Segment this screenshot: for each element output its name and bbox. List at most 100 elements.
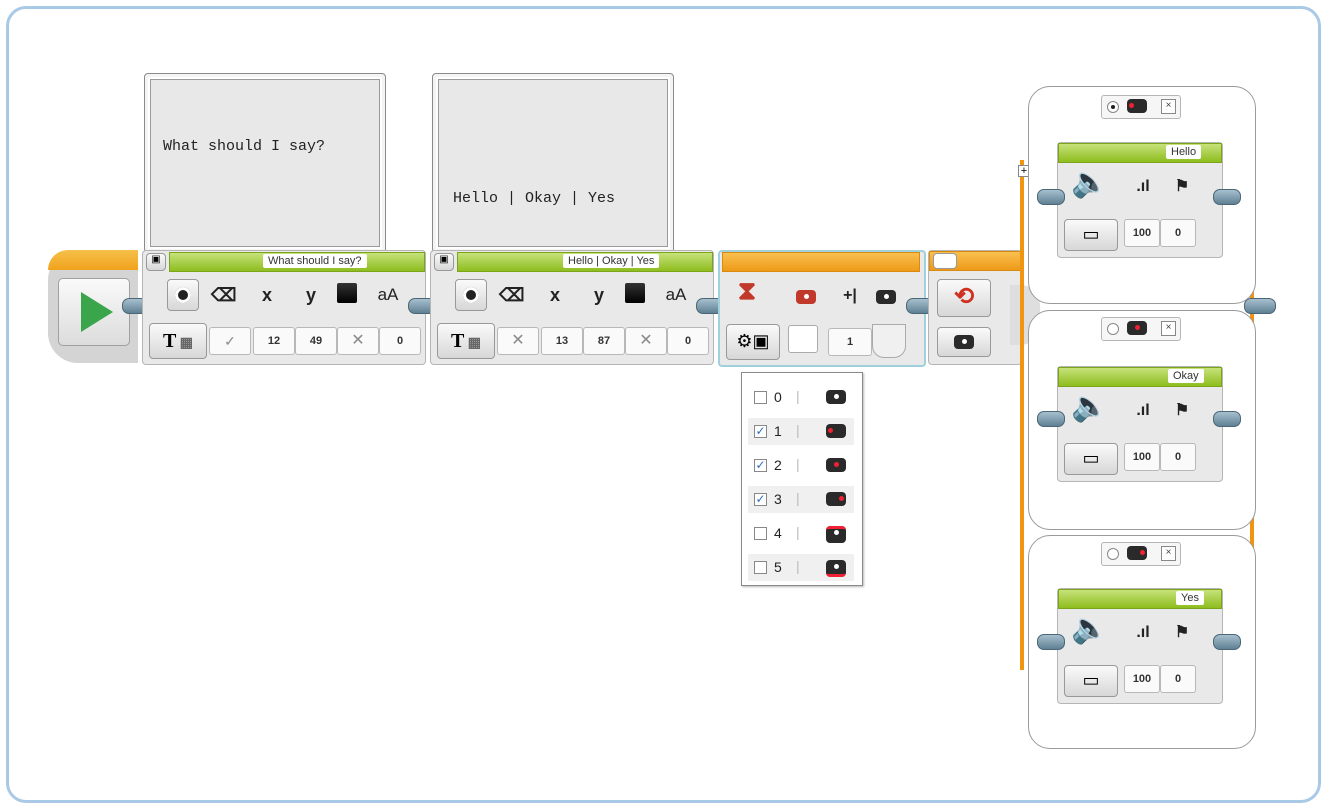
volume-value[interactable]: 100 <box>1124 219 1160 247</box>
case-in-connector <box>1037 411 1065 427</box>
case-selector[interactable]: × <box>1101 95 1181 119</box>
case-selector[interactable]: × <box>1101 542 1181 566</box>
display-mode-button[interactable]: T ▦ <box>437 323 495 359</box>
sound-block[interactable]: Yes 🔈 .ıl ⚑ ▭ 100 0 <box>1057 588 1223 704</box>
display-block-2-title: Hello | Okay | Yes <box>563 254 660 268</box>
display-preview-toggle[interactable]: ▣ <box>434 253 454 271</box>
checkbox-3[interactable]: ✓ <box>754 493 767 506</box>
case-okay[interactable]: × Okay 🔈 .ıl ⚑ ▭ 100 0 <box>1028 310 1256 530</box>
checkbox-4[interactable] <box>754 527 767 540</box>
brick-buttons-icon <box>826 390 846 404</box>
volume-icon: .ıl <box>1136 402 1150 419</box>
case-label: Hello <box>1166 145 1202 159</box>
play-type-value[interactable]: 0 <box>1160 219 1196 247</box>
wait-block[interactable]: ⧗ +| ⚙▣ 1 <box>718 250 926 367</box>
switch-block[interactable]: ⟲ <box>928 250 1022 365</box>
brick-up-icon <box>826 526 846 543</box>
volume-value[interactable]: 100 <box>1124 443 1160 471</box>
brick-button-icon <box>796 290 816 304</box>
display-preview-2-text: Hello | Okay | Yes <box>453 190 616 207</box>
volume-value[interactable]: 100 <box>1124 665 1160 693</box>
wait-result-output <box>872 324 906 358</box>
case-label: Yes <box>1176 591 1204 605</box>
speaker-icon: 🔈 <box>1071 166 1109 199</box>
display-mode-button[interactable]: T ▦ <box>149 323 207 359</box>
play-icon <box>81 292 113 332</box>
case-out-connector <box>1213 411 1241 427</box>
checkbox-1[interactable]: ✓ <box>754 425 767 438</box>
button-set-selector[interactable] <box>788 325 818 353</box>
display-preview-1: What should I say? <box>144 73 386 253</box>
play-type-value[interactable]: 0 <box>1160 665 1196 693</box>
sound-block[interactable]: Hello 🔈 .ıl ⚑ ▭ 100 0 <box>1057 142 1223 258</box>
dropdown-item[interactable]: ✓ 1 | <box>748 418 854 445</box>
font-size-icon: aA <box>377 285 399 304</box>
file-select-button[interactable]: ▭ <box>1064 665 1118 697</box>
compare-icon: +| <box>843 287 857 304</box>
brick-button-icon <box>876 290 896 304</box>
case-in-connector <box>1037 189 1065 205</box>
pin-button[interactable] <box>167 279 199 311</box>
case-hello[interactable]: × Hello 🔈 .ıl ⚑ ▭ 100 0 <box>1028 86 1256 304</box>
color-icon <box>337 283 357 303</box>
view-toggle-button[interactable] <box>933 253 957 269</box>
case-selector[interactable]: × <box>1101 317 1181 341</box>
dropdown-item[interactable]: 5 | <box>748 554 854 581</box>
color-value[interactable]: ✕ <box>337 327 379 355</box>
file-select-button[interactable]: ▭ <box>1064 443 1118 475</box>
checkbox-0[interactable] <box>754 391 767 404</box>
switch-input-button[interactable] <box>937 327 991 357</box>
dropdown-item[interactable]: 0 | <box>748 384 854 411</box>
eraser-icon: ⌫ <box>499 285 525 305</box>
y-coord-icon: y <box>593 285 604 305</box>
play-type-icon: ⚑ <box>1174 178 1190 195</box>
font-value[interactable]: 0 <box>379 327 421 355</box>
default-case-radio[interactable] <box>1107 548 1119 560</box>
y-coord-icon: y <box>305 285 316 305</box>
delete-case-button[interactable]: × <box>1161 99 1176 114</box>
brick-down-icon <box>826 560 846 577</box>
sound-block[interactable]: Okay 🔈 .ıl ⚑ ▭ 100 0 <box>1057 366 1223 482</box>
display-preview-toggle[interactable]: ▣ <box>146 253 166 271</box>
x-value[interactable]: 13 <box>541 327 583 355</box>
play-type-icon: ⚑ <box>1174 624 1190 641</box>
default-case-radio[interactable] <box>1107 101 1119 113</box>
pin-button[interactable] <box>455 279 487 311</box>
dropdown-item[interactable]: 4 | <box>748 520 854 547</box>
x-value[interactable]: 12 <box>253 327 295 355</box>
display-preview-1-text: What should I say? <box>163 138 326 155</box>
checkbox-5[interactable] <box>754 561 767 574</box>
color-value[interactable]: ✕ <box>625 327 667 355</box>
clear-screen-value[interactable]: ✓ <box>209 327 251 355</box>
start-button[interactable] <box>58 278 130 346</box>
dropdown-item[interactable]: ✓ 2 | <box>748 452 854 479</box>
play-type-icon: ⚑ <box>1174 402 1190 419</box>
clear-screen-value[interactable]: ✕ <box>497 327 539 355</box>
file-select-button[interactable]: ▭ <box>1064 219 1118 251</box>
y-value[interactable]: 49 <box>295 327 337 355</box>
sequence-exit-connector <box>1244 298 1276 314</box>
checkbox-2[interactable]: ✓ <box>754 459 767 472</box>
display-block-1-title: What should I say? <box>263 254 367 268</box>
case-yes[interactable]: × Yes 🔈 .ıl ⚑ ▭ 100 0 <box>1028 535 1256 749</box>
case-out-connector <box>1213 634 1241 650</box>
x-coord-icon: x <box>549 285 560 305</box>
y-value[interactable]: 87 <box>583 327 625 355</box>
display-block-1[interactable]: ▣ What should I say? ⌫ x y aA T ▦ ✓ 12 4… <box>142 250 426 365</box>
wait-mode-button[interactable]: ⚙▣ <box>726 324 780 360</box>
switch-mode-button[interactable]: ⟲ <box>937 279 991 317</box>
wait-button-id-value[interactable]: 1 <box>828 328 872 356</box>
font-value[interactable]: 0 <box>667 327 709 355</box>
default-case-radio[interactable] <box>1107 323 1119 335</box>
dropdown-item[interactable]: ✓ 3 | <box>748 486 854 513</box>
delete-case-button[interactable]: × <box>1161 546 1176 561</box>
hourglass-icon: ⧗ <box>737 275 757 305</box>
button-id-dropdown[interactable]: 0 | ✓ 1 | ✓ 2 | ✓ 3 | 4 | 5 | <box>741 372 863 586</box>
delete-case-button[interactable]: × <box>1161 321 1176 336</box>
loop-icon: ⟲ <box>953 283 975 310</box>
display-preview-2: Hello | Okay | Yes <box>432 73 674 253</box>
volume-icon: .ıl <box>1136 178 1150 195</box>
play-type-value[interactable]: 0 <box>1160 443 1196 471</box>
speaker-icon: 🔈 <box>1071 612 1109 645</box>
display-block-2[interactable]: ▣ Hello | Okay | Yes ⌫ x y aA T ▦ ✕ 13 8… <box>430 250 714 365</box>
